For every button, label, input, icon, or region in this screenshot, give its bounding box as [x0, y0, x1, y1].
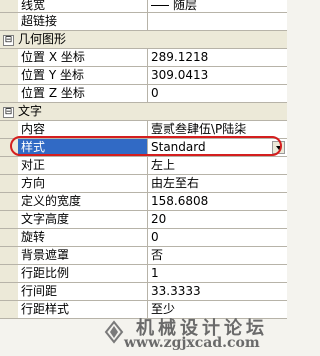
- row-gutter: ⊟: [0, 103, 18, 120]
- property-row[interactable]: 样式 Standard: [0, 139, 287, 157]
- row-gutter: [0, 67, 18, 84]
- property-value-text: Standard: [151, 140, 206, 154]
- collapse-toggle-icon[interactable]: ⊟: [3, 107, 14, 118]
- property-value[interactable]: 壹贰叁肆伍\P陆柒: [148, 121, 287, 138]
- property-label: 方向: [18, 175, 148, 192]
- collapse-toggle-icon[interactable]: ⊟: [3, 35, 14, 46]
- property-value[interactable]: 20: [148, 211, 287, 228]
- property-value-text: 随层: [173, 0, 198, 12]
- property-row[interactable]: 行间距 33.3333: [0, 283, 287, 301]
- property-label: 背景遮罩: [18, 247, 148, 264]
- row-gutter: [0, 85, 18, 102]
- row-gutter: [0, 0, 18, 12]
- property-value-text: 289.1218: [151, 50, 209, 64]
- property-label: 定义的宽度: [18, 193, 148, 210]
- row-gutter: [0, 193, 18, 210]
- property-row[interactable]: 超链接: [0, 13, 287, 31]
- property-value[interactable]: 1: [148, 265, 287, 282]
- row-gutter: [0, 49, 18, 66]
- property-label: 行距比例: [18, 265, 148, 282]
- property-value-text: 0: [151, 86, 159, 100]
- property-label: 对正: [18, 157, 148, 174]
- property-row[interactable]: 行距样式 至少: [0, 301, 287, 319]
- property-label: 内容: [18, 121, 148, 138]
- category-label: 文字: [18, 104, 43, 118]
- lineweight-swatch-icon: [151, 5, 169, 6]
- property-row[interactable]: 线宽 随层: [0, 0, 287, 13]
- property-value-text: 309.0413: [151, 68, 209, 82]
- property-value[interactable]: 0: [148, 85, 287, 102]
- property-value[interactable]: 否: [148, 247, 287, 264]
- property-row[interactable]: 行距比例 1: [0, 265, 287, 283]
- property-value[interactable]: 158.6808: [148, 193, 287, 210]
- property-value[interactable]: 289.1218: [148, 49, 287, 66]
- property-row[interactable]: 对正 左上: [0, 157, 287, 175]
- property-value-text: 壹贰叁肆伍\P陆柒: [151, 122, 247, 136]
- property-row[interactable]: 文字高度 20: [0, 211, 287, 229]
- property-row[interactable]: 旋转 0: [0, 229, 287, 247]
- category-label: 几何图形: [18, 32, 67, 46]
- property-row[interactable]: 定义的宽度 158.6808: [0, 193, 287, 211]
- property-value-text: 左上: [151, 158, 176, 172]
- property-value[interactable]: 左上: [148, 157, 287, 174]
- property-label: 行间距: [18, 283, 148, 300]
- row-gutter: [0, 301, 18, 318]
- category-header[interactable]: ⊟ 文字: [0, 103, 287, 121]
- watermark: 机械设计论坛 www.zgjxcad.com: [96, 314, 286, 354]
- property-value-text: 至少: [151, 302, 176, 316]
- row-gutter: [0, 121, 18, 138]
- row-gutter: ⊟: [0, 31, 18, 48]
- row-gutter: [0, 247, 18, 264]
- property-label: 位置 Y 坐标: [18, 67, 148, 84]
- property-label: 样式: [18, 139, 148, 156]
- property-value[interactable]: 随层: [148, 0, 287, 12]
- row-gutter: [0, 265, 18, 282]
- property-value-text: 158.6808: [151, 194, 209, 208]
- property-value[interactable]: 至少: [148, 301, 287, 318]
- property-row[interactable]: 位置 X 坐标 289.1218: [0, 49, 287, 67]
- property-value[interactable]: 33.3333: [148, 283, 287, 300]
- property-value-text: 1: [151, 266, 159, 280]
- row-gutter: [0, 229, 18, 246]
- property-label: 行距样式: [18, 301, 148, 318]
- property-label: 文字高度: [18, 211, 148, 228]
- property-value-text: 0: [151, 230, 159, 244]
- property-row[interactable]: 位置 Y 坐标 309.0413: [0, 67, 287, 85]
- property-value-text: 由左至右: [151, 176, 200, 190]
- property-row[interactable]: 背景遮罩否: [0, 247, 287, 265]
- style-select[interactable]: Standard: [148, 139, 287, 156]
- property-label: 超链接: [18, 13, 148, 30]
- property-value[interactable]: 0: [148, 229, 287, 246]
- property-row[interactable]: 方向 由左至右: [0, 175, 287, 193]
- watermark-logo-icon: [104, 320, 124, 344]
- property-label: 旋转: [18, 229, 148, 246]
- row-gutter: [0, 175, 18, 192]
- property-value[interactable]: 309.0413: [148, 67, 287, 84]
- properties-grid: 线宽 随层 超链接 ⊟ 几何图形 位置 X 坐标 289.1218 位置 Y 坐标 309.04…: [0, 0, 287, 319]
- property-value-text: 33.3333: [151, 284, 201, 298]
- category-header[interactable]: ⊟ 几何图形: [0, 31, 287, 49]
- property-value-text: 20: [151, 212, 167, 226]
- chevron-down-icon[interactable]: [272, 141, 285, 154]
- row-gutter: [0, 157, 18, 174]
- row-gutter: [0, 283, 18, 300]
- property-value-text: 否: [151, 248, 164, 262]
- row-gutter: [0, 139, 18, 156]
- property-row[interactable]: 内容 壹贰叁肆伍\P陆柒: [0, 121, 287, 139]
- row-gutter: [0, 13, 18, 30]
- property-row[interactable]: 位置 Z 坐标 0: [0, 85, 287, 103]
- watermark-url: www.zgjxcad.com: [124, 335, 260, 351]
- row-gutter: [0, 211, 18, 228]
- property-label: 线宽: [18, 0, 148, 12]
- property-label: 位置 Z 坐标: [18, 85, 148, 102]
- property-value[interactable]: 由左至右: [148, 175, 287, 192]
- property-label: 位置 X 坐标: [18, 49, 148, 66]
- property-value[interactable]: [148, 13, 287, 30]
